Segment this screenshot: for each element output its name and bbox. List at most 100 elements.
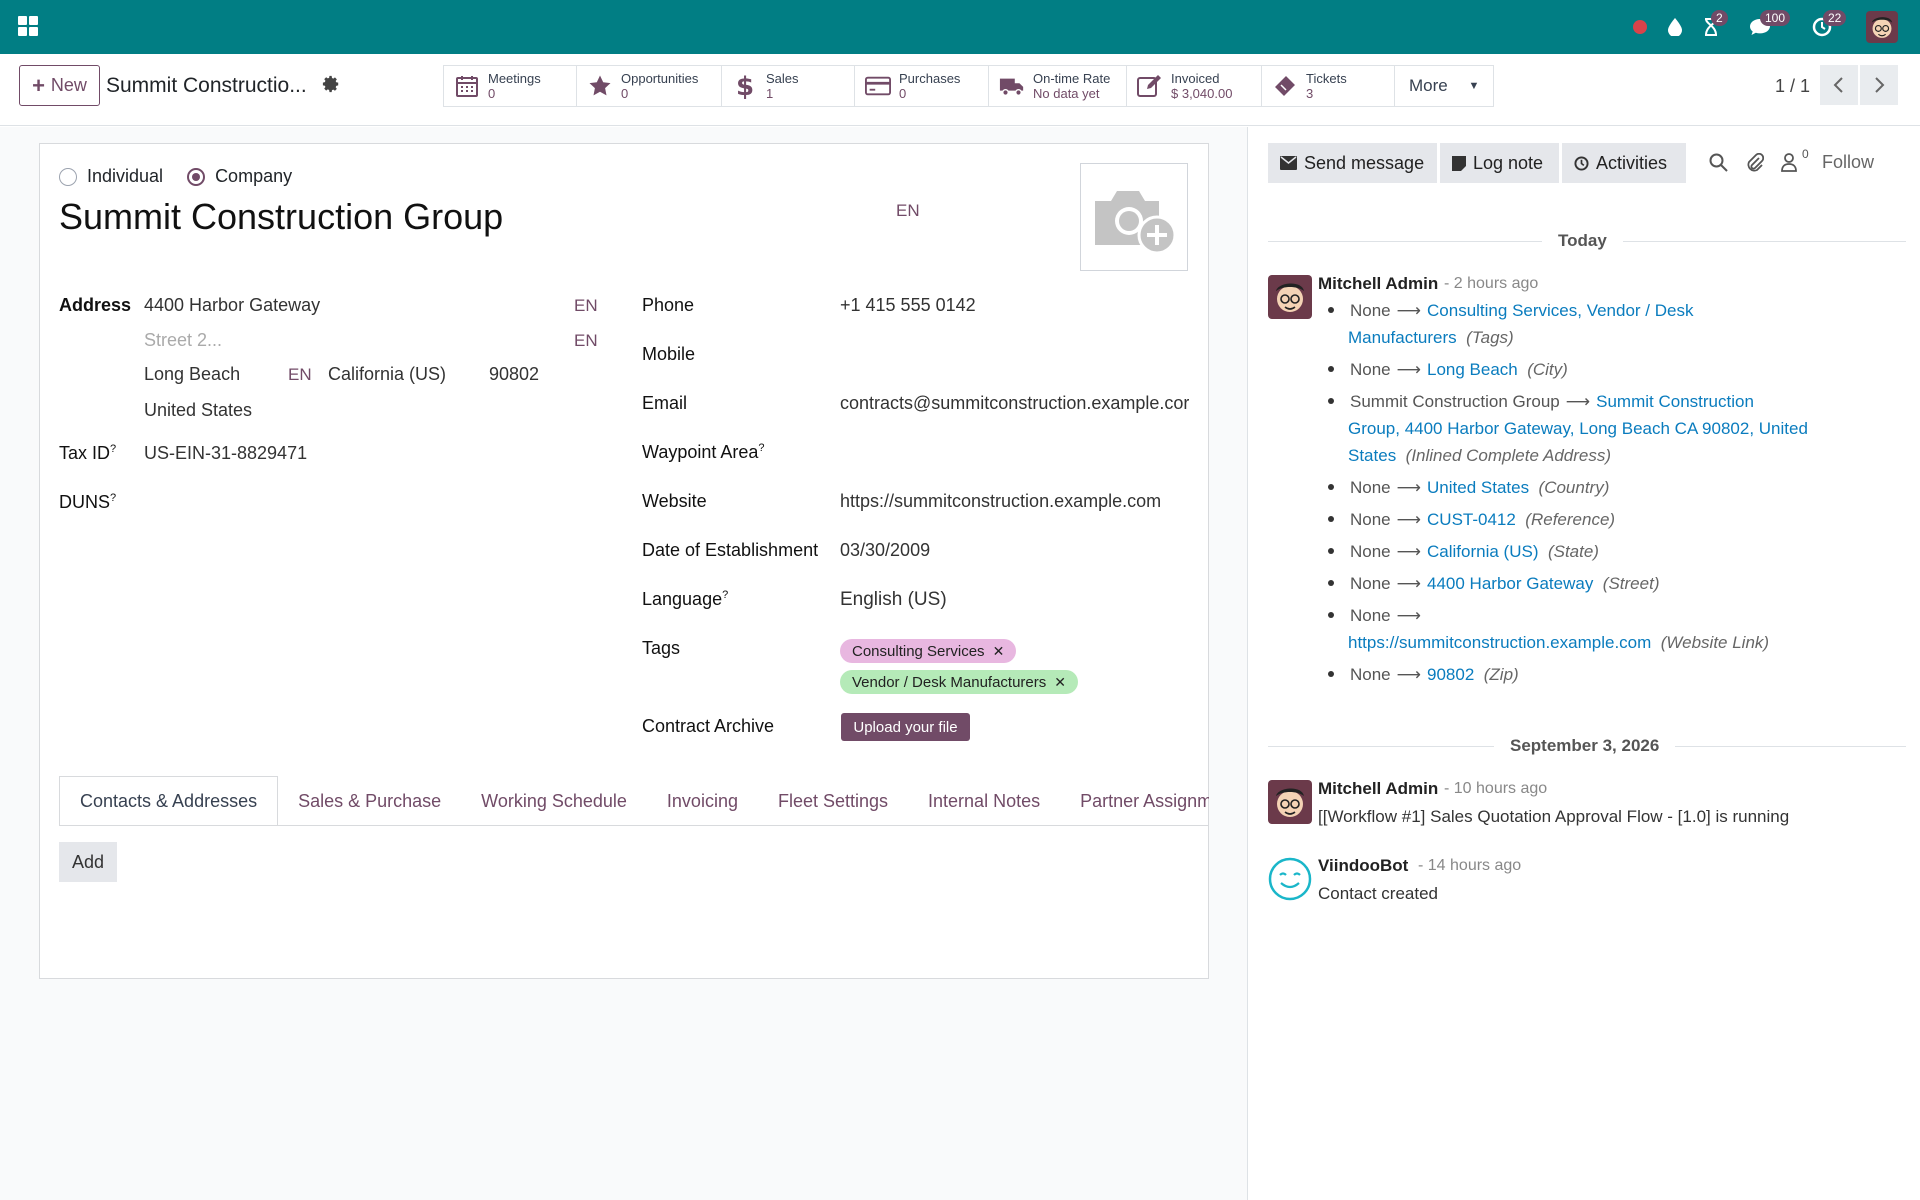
activities-button[interactable]: Activities	[1562, 143, 1686, 183]
caret-down-icon: ▼	[1468, 80, 1480, 92]
new-value: Consulting Services, Vendor / Desk	[1427, 301, 1694, 320]
author-avatar[interactable]	[1268, 275, 1312, 319]
smart-button-label: On-time Rate	[1033, 71, 1111, 86]
smart-button-sales[interactable]: $ Sales 1	[722, 66, 855, 106]
author-avatar[interactable]	[1268, 780, 1312, 824]
send-message-button[interactable]: Send message	[1268, 143, 1437, 183]
message-author[interactable]: ViindooBot	[1318, 856, 1408, 876]
paperclip-icon[interactable]	[1747, 152, 1765, 178]
gear-icon[interactable]	[322, 75, 340, 98]
help-tooltip[interactable]: ?	[110, 492, 116, 504]
waypoint-area-label: Waypoint Area?	[642, 442, 765, 463]
contract-archive-label: Contract Archive	[642, 716, 775, 736]
radio-individual[interactable]	[59, 167, 77, 186]
tracking-values: None ⟶ Consulting Services, Vendor / Desk …	[1318, 297, 1878, 688]
tracking-item: None ⟶ 90802 (Zip)	[1318, 661, 1878, 688]
radio-company-label[interactable]: Company	[215, 166, 292, 187]
radio-company[interactable]	[187, 167, 206, 186]
new-value: California (US)	[1427, 542, 1539, 561]
clock-icon[interactable]	[1808, 0, 1836, 54]
tag-vendor-desk-manufacturers[interactable]: Vendor / Desk Manufacturers ✕	[840, 670, 1078, 694]
new-value[interactable]: https://summitconstruction.example.com	[1348, 633, 1651, 652]
upload-file-button[interactable]: Upload your file	[841, 713, 970, 741]
apps-menu-icon[interactable]	[18, 16, 38, 36]
smart-button-purchases[interactable]: Purchases 0	[855, 66, 989, 106]
city-field[interactable]: Long Beach	[144, 364, 240, 385]
help-tooltip[interactable]: ?	[758, 442, 764, 454]
pager-previous-button[interactable]	[1820, 65, 1858, 105]
tag-consulting-services[interactable]: Consulting Services ✕	[840, 639, 1017, 663]
image-upload[interactable]	[1080, 163, 1188, 271]
company-type-selector: Individual Company	[59, 166, 292, 187]
svg-text:$: $	[736, 73, 754, 99]
droplet-icon[interactable]	[1662, 0, 1688, 54]
waypoint-area-field[interactable]	[840, 442, 1170, 466]
pager-next-button[interactable]	[1860, 65, 1898, 105]
language-label: Language?	[642, 589, 728, 610]
partner-name-field[interactable]: Summit Construction Group	[59, 196, 503, 238]
street-translate-button[interactable]: EN	[574, 296, 598, 316]
help-tooltip[interactable]: ?	[110, 443, 116, 455]
street2-field[interactable]: Street 2...	[144, 330, 222, 351]
add-contact-button[interactable]: Add	[59, 842, 117, 882]
address-label: Address	[59, 295, 132, 315]
new-value: Summit Construction	[1596, 392, 1754, 411]
form-sheet: Individual Company Summit Construction G…	[39, 143, 1209, 979]
top-navbar: 2 100 22	[0, 0, 1920, 54]
help-tooltip[interactable]: ?	[722, 589, 728, 601]
tab-internal-notes[interactable]: Internal Notes	[908, 776, 1060, 825]
remove-tag-icon[interactable]: ✕	[993, 643, 1005, 660]
street2-translate-button[interactable]: EN	[574, 331, 598, 351]
city-translate-button[interactable]: EN	[288, 365, 312, 385]
user-avatar[interactable]	[1866, 11, 1898, 43]
log-note-button[interactable]: Log note	[1440, 143, 1559, 183]
follow-button[interactable]: Follow	[1822, 152, 1874, 173]
search-icon[interactable]	[1709, 153, 1728, 177]
zip-field[interactable]: 90802	[489, 364, 539, 385]
pager-value[interactable]: 1 / 1	[1775, 76, 1810, 97]
smart-button-opportunities[interactable]: Opportunities 0	[577, 66, 722, 106]
tab-partner-assignment[interactable]: Partner Assignm	[1060, 776, 1209, 825]
smart-button-meetings[interactable]: Meetings 0	[444, 66, 577, 106]
new-button[interactable]: + New	[19, 65, 100, 106]
tab-fleet-settings[interactable]: Fleet Settings	[758, 776, 908, 825]
smart-button-tickets[interactable]: Tickets 3	[1262, 66, 1395, 106]
phone-field[interactable]: +1 415 555 0142	[840, 295, 976, 316]
tax-id-field[interactable]: US-EIN-31-8829471	[144, 443, 307, 464]
name-translate-button[interactable]: EN	[896, 201, 920, 221]
date-of-establishment-field[interactable]: 03/30/2009	[840, 540, 930, 561]
more-dropdown[interactable]: More ▼	[1395, 66, 1493, 106]
dollar-icon: $	[732, 73, 758, 99]
radio-individual-label[interactable]: Individual	[87, 166, 163, 187]
smart-button-value: $ 3,040.00	[1171, 86, 1233, 101]
tab-sales-purchase[interactable]: Sales & Purchase	[278, 776, 461, 825]
smart-button-label: Purchases	[899, 71, 961, 86]
tab-invoicing[interactable]: Invoicing	[647, 776, 758, 825]
smart-button-value: 0	[488, 86, 496, 101]
country-field[interactable]: United States	[144, 400, 252, 421]
tab-contacts-addresses[interactable]: Contacts & Addresses	[59, 776, 279, 825]
field-name: (City)	[1527, 360, 1568, 379]
smart-button-on-time-rate[interactable]: On-time Rate No data yet	[989, 66, 1127, 106]
state-field[interactable]: California (US)	[328, 364, 446, 385]
new-value: 90802	[1427, 665, 1475, 684]
email-field[interactable]: contracts@summitconstruction.example.cor	[840, 393, 1189, 414]
smart-button-invoiced[interactable]: Invoiced $ 3,040.00	[1127, 66, 1262, 106]
bot-avatar[interactable]	[1268, 857, 1312, 901]
language-field[interactable]: English (US)	[840, 589, 947, 611]
messages-icon[interactable]	[1746, 0, 1774, 54]
hourglass-icon[interactable]	[1698, 0, 1724, 54]
street-field[interactable]: 4400 Harbor Gateway	[144, 295, 320, 316]
message-author[interactable]: Mitchell Admin	[1318, 779, 1438, 799]
new-button-label: New	[50, 75, 87, 95]
recording-indicator[interactable]	[1628, 0, 1652, 54]
tax-id-label: Tax ID?	[59, 443, 116, 464]
website-field[interactable]: https://summitconstruction.example.com	[840, 491, 1161, 512]
follower-user-icon[interactable]	[1781, 153, 1797, 177]
remove-tag-icon[interactable]: ✕	[1054, 674, 1066, 691]
tab-working-schedule[interactable]: Working Schedule	[461, 776, 647, 825]
clock-badge: 22	[1823, 10, 1847, 26]
chatter-panel: Send message Log note Activities 0 Follo…	[1247, 127, 1920, 1200]
mobile-field[interactable]	[840, 344, 1170, 368]
message-author[interactable]: Mitchell Admin	[1318, 274, 1438, 294]
